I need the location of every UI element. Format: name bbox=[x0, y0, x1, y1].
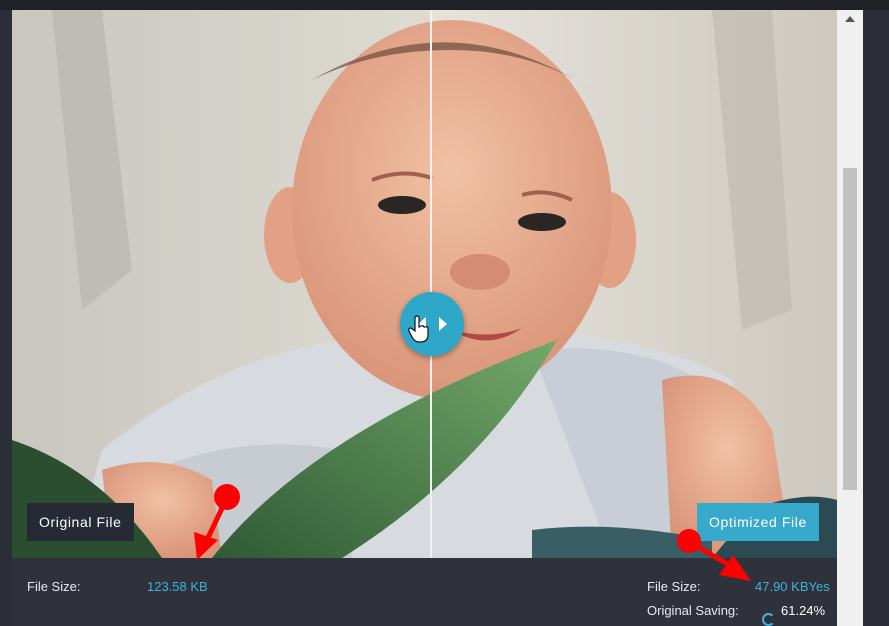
chevron-right-icon bbox=[439, 317, 447, 331]
original-file-size-value: 123.58 KB bbox=[147, 579, 208, 594]
hand-pointer-icon bbox=[408, 315, 429, 343]
original-file-size-label: File Size: bbox=[27, 579, 81, 594]
window-top-bar bbox=[0, 0, 889, 10]
vertical-scrollbar[interactable] bbox=[837, 10, 863, 626]
baby-photo bbox=[12, 10, 837, 558]
optimized-file-size-value: 47.90 KBYes bbox=[755, 579, 830, 594]
scrollbar-thumb[interactable] bbox=[843, 168, 857, 490]
backdrop-right bbox=[863, 10, 889, 626]
spinner-icon bbox=[762, 613, 775, 626]
original-saving-label: Original Saving: bbox=[647, 603, 739, 618]
red-arrow-annotation bbox=[194, 484, 240, 560]
backdrop-left bbox=[0, 10, 12, 626]
scroll-up-arrow-icon bbox=[845, 16, 855, 22]
image-compare-modal: Original File Optimized File File Size: … bbox=[12, 10, 837, 626]
scroll-up-button[interactable] bbox=[837, 10, 863, 28]
compare-divider-line[interactable] bbox=[430, 10, 432, 558]
original-file-label: Original File bbox=[27, 503, 134, 541]
image-comparison-area[interactable]: Original File Optimized File bbox=[12, 10, 837, 558]
red-arrow-annotation bbox=[677, 529, 751, 581]
original-saving-value: 61.24% bbox=[781, 603, 826, 618]
